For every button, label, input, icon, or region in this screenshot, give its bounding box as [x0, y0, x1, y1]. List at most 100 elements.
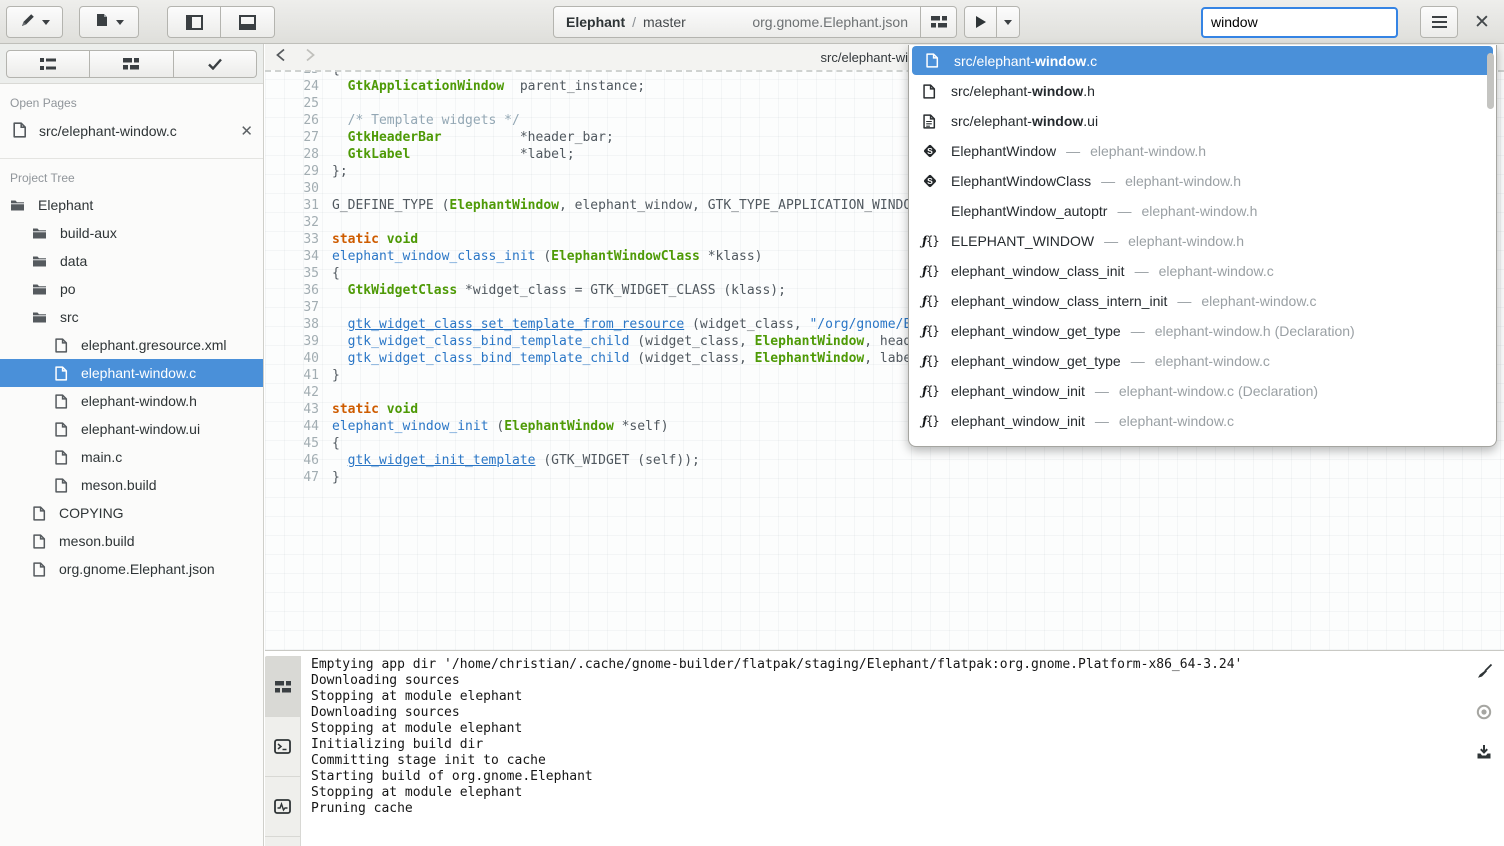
result-location: elephant-window.h (Declaration): [1155, 323, 1355, 339]
save-log-button[interactable]: [1476, 744, 1492, 765]
search-result-item[interactable]: ƒ{}ELEPHANT_WINDOW—elephant-window.h: [909, 226, 1496, 256]
close-page-icon[interactable]: ✕: [240, 122, 253, 140]
build-bricks-icon: [931, 16, 947, 28]
clear-log-button[interactable]: [1476, 663, 1493, 685]
search-result-item[interactable]: ƒ{}elephant_window_init—elephant-window.…: [909, 376, 1496, 406]
terminal-icon: [274, 739, 291, 754]
result-location: elephant-window.h: [1090, 143, 1206, 159]
file-icon: [54, 422, 68, 437]
bottom-panel: Emptying app dir '/home/christian/.cache…: [265, 650, 1504, 846]
folder-icon: [32, 283, 47, 296]
tree-item-elephant-gresource-xml[interactable]: elephant.gresource.xml: [0, 331, 263, 359]
line-number: 27: [265, 129, 319, 146]
tree-item-label: elephant-window.ui: [81, 421, 200, 437]
record-log-button[interactable]: [1476, 704, 1492, 725]
tree-item-elephant-window-ui[interactable]: elephant-window.ui: [0, 415, 263, 443]
terminal-tab[interactable]: [265, 717, 300, 777]
search-result-item[interactable]: SElephantWindowClass—elephant-window.h: [909, 166, 1496, 196]
result-title: elephant_window_class_intern_init: [951, 293, 1167, 309]
search-result-item[interactable]: SElephantWindow—elephant-window.h: [909, 136, 1496, 166]
line-number: 47: [265, 469, 319, 486]
breadcrumb-separator: /: [632, 14, 636, 30]
open-document-button[interactable]: [79, 6, 139, 38]
code-line-47: 47}: [265, 469, 1504, 486]
chevron-down-icon: [116, 20, 124, 25]
result-title: elephant_window_init: [951, 413, 1085, 429]
log-line: Starting build of org.gnome.Elephant: [311, 769, 1444, 785]
result-location: elephant-window.c: [1201, 293, 1316, 309]
todo-tab-button[interactable]: [174, 50, 257, 78]
popup-scrollbar[interactable]: [1487, 49, 1494, 440]
panel-bottom-icon: [239, 15, 256, 30]
project-tree: Elephant build-auxdataposrcelephant.greso…: [0, 191, 263, 583]
tree-item-build-aux[interactable]: build-aux: [0, 219, 263, 247]
search-result-item[interactable]: ƒ{}elephant_window_class_init—elephant-w…: [909, 256, 1496, 286]
tree-item-elephant-window-c[interactable]: elephant-window.c: [0, 359, 263, 387]
toggle-bottom-panel-button[interactable]: [221, 6, 275, 38]
tree-item-meson-build[interactable]: meson.build: [0, 527, 263, 555]
function-symbol-icon: ƒ{}: [922, 354, 939, 368]
tree-item-org-gnome-elephant-json[interactable]: org.gnome.Elephant.json: [0, 555, 263, 583]
pages-list-tab-button[interactable]: [6, 50, 90, 78]
tree-item-elephant[interactable]: Elephant: [0, 191, 263, 219]
run-button[interactable]: [964, 6, 997, 38]
build-button[interactable]: [921, 6, 957, 38]
header-left: [6, 6, 275, 38]
search-result-item[interactable]: ƒ{}elephant_window_get_type—elephant-win…: [909, 346, 1496, 376]
line-number: 35: [265, 265, 319, 282]
project-tree-label: Project Tree: [0, 159, 263, 189]
file-icon: [54, 366, 68, 381]
tree-item-copying[interactable]: COPYING: [0, 499, 263, 527]
bottom-panel-tabs: [265, 656, 301, 846]
tree-item-main-c[interactable]: main.c: [0, 443, 263, 471]
log-line: Emptying app dir '/home/christian/.cache…: [311, 657, 1444, 673]
line-number: 38: [265, 316, 319, 333]
tree-item-src[interactable]: src: [0, 303, 263, 331]
profiler-tab[interactable]: [265, 777, 300, 837]
result-title: ElephantWindow: [951, 143, 1056, 159]
line-number: 25: [265, 95, 319, 112]
file-icon: [32, 506, 46, 521]
folder-icon: [32, 255, 47, 268]
tree-item-elephant-window-h[interactable]: elephant-window.h: [0, 387, 263, 415]
search-input[interactable]: [1201, 7, 1398, 38]
tree-item-label: meson.build: [59, 533, 135, 549]
open-page-item[interactable]: src/elephant-window.c ✕: [0, 114, 263, 148]
search-result-item[interactable]: src/elephant-window.c: [912, 46, 1493, 75]
list-icon: [40, 58, 56, 70]
search-result-item[interactable]: ƒ{}elephant_window_init—elephant-window.…: [909, 406, 1496, 436]
build-tab-button[interactable]: [90, 50, 173, 78]
tree-item-label: meson.build: [81, 477, 157, 493]
chevron-down-icon: [42, 20, 50, 25]
svg-text:S: S: [927, 146, 933, 156]
tree-item-data[interactable]: data: [0, 247, 263, 275]
search-result-item[interactable]: ƒ{}elephant_window_class_intern_init—ele…: [909, 286, 1496, 316]
search-result-item[interactable]: src/elephant-window.h: [909, 76, 1496, 106]
tree-item-label: Elephant: [38, 197, 93, 213]
search-result-item[interactable]: ElephantWindow_autoptr—elephant-window.h: [909, 196, 1496, 226]
sidebar-toolbar: [0, 44, 263, 84]
build-output-tab[interactable]: [265, 657, 300, 717]
tree-item-po[interactable]: po: [0, 275, 263, 303]
header-bar: Elephant / master org.gnome.Elephant.jso…: [0, 0, 1504, 44]
search-result-item[interactable]: src/elephant-window.ui: [909, 106, 1496, 136]
build-log[interactable]: Emptying app dir '/home/christian/.cache…: [311, 657, 1444, 817]
omnibar[interactable]: Elephant / master org.gnome.Elephant.jso…: [553, 6, 921, 38]
line-number: 30: [265, 180, 319, 197]
toggle-left-panel-button[interactable]: [167, 6, 221, 38]
file-icon: [925, 53, 939, 68]
close-window-button[interactable]: ✕: [1460, 11, 1504, 34]
result-location: elephant-window.c: [1155, 353, 1270, 369]
log-line: Pruning cache: [311, 801, 1444, 817]
search-result-item[interactable]: ƒ{}elephant_window_get_type—elephant-win…: [909, 316, 1496, 346]
run-options-button[interactable]: [997, 6, 1020, 38]
menu-button[interactable]: [1420, 6, 1458, 38]
line-number: 40: [265, 350, 319, 367]
ui-file-icon: [922, 114, 936, 129]
line-number: 34: [265, 248, 319, 265]
log-line: Downloading sources: [311, 673, 1444, 689]
tree-item-meson-build[interactable]: meson.build: [0, 471, 263, 499]
editor-perspective-button[interactable]: [6, 6, 63, 38]
panel-left-icon: [186, 15, 203, 30]
pen-icon: [20, 12, 36, 33]
